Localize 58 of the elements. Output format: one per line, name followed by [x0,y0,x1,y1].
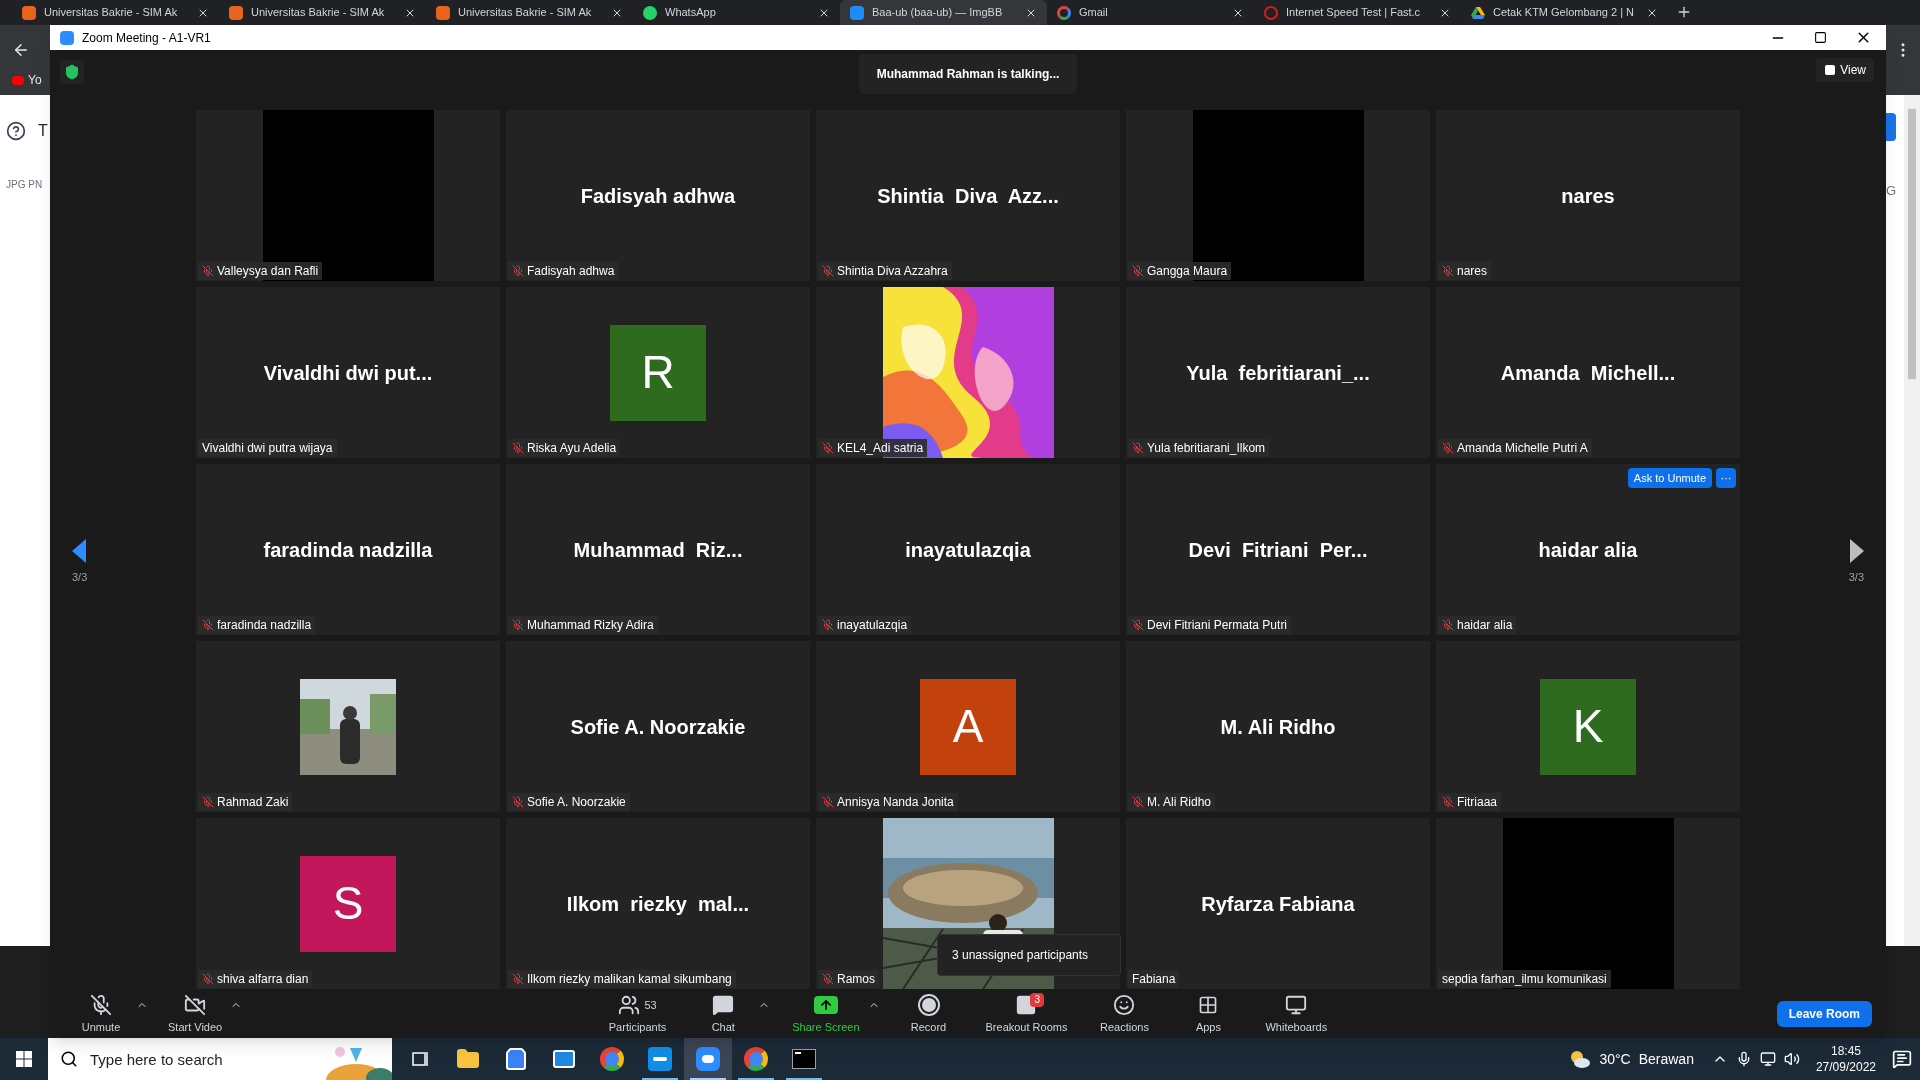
window-title: Zoom Meeting - A1-VR1 [82,29,211,47]
name-label: nares [1438,262,1492,280]
avatar-tile: A [920,678,1016,775]
name-label: haidar alia [1438,616,1517,634]
participant-title: Sofie A. Noorzakie [570,714,746,740]
participant-title: nares [1561,183,1615,209]
name-label: sepdia farhan_ilmu komunikasi [1438,970,1611,988]
page-text: JPG PN [6,178,44,192]
name-label: Shintia Diva Azzahra [818,262,952,280]
name-label: Yula febritiarani_Ilkom [1128,439,1270,457]
participant-title: Muhammad Riz... [573,537,743,563]
participant-title: Ilkom riezky mal... [566,891,750,917]
talking-indicator: Muhammad Rahman is talking... [858,54,1078,94]
count-badge: 3 [1030,992,1045,1007]
avatar-tile: R [610,324,706,421]
name-label: Sofie A. Noorzakie [508,793,630,811]
name-label: Rahmad Zaki [198,793,293,811]
participant-title: Ryfarza Fabiana [1201,891,1355,917]
participant-title: Amanda Michell... [1500,360,1676,386]
participant-title: Fadisyah adhwa [580,183,736,209]
participant-title: Devi Fitriani Per... [1188,537,1368,563]
name-label: Amanda Michelle Putri A [1438,439,1592,457]
name-label: Valleysya dan Rafli [198,262,323,280]
avatar-tile: S [300,855,396,952]
clock-time: 18:45 [1830,1043,1861,1059]
name-label: KEL4_Adi satria [818,439,928,457]
name-label: faradinda nadzilla [198,616,316,634]
participant-title: haidar alia [1538,537,1638,563]
name-label: Devi Fitriani Permata Putri [1128,616,1292,634]
page-indicator: 3/3 [1848,569,1864,585]
unassigned-popup: 3 unassigned participants [937,934,1121,976]
participant-title: Vivaldhi dwi put... [263,360,433,386]
name-label: Riska Ayu Adelia [508,439,621,457]
name-label: Muhammad Rizky Adira [508,616,658,634]
name-label: Vivaldhi dwi putra wijaya [198,439,337,457]
temperature: 30°C [1599,1049,1631,1069]
weather-condition: Berawan [1638,1049,1694,1069]
participant-title: Shintia Diva Azz... [877,183,1059,209]
name-label: Gangga Maura [1128,262,1232,280]
name-label: Fitriaaa [1438,793,1501,811]
page-text: G [1886,182,1898,200]
name-label: shiva alfarra dian [198,970,313,988]
page-heading: T [38,121,48,141]
avatar-tile: K [1540,678,1636,775]
page-indicator: 3/3 [72,569,88,585]
participant-title: inayatulazqia [905,537,1031,563]
name-label: M. Ali Ridho [1128,793,1216,811]
name-label: inayatulazqia [818,616,912,634]
name-label: Ilkom riezky malikan kamal sikumbang [508,970,736,988]
name-label: Annisya Nanda Jonita [818,793,958,811]
name-label: Fabiana [1128,970,1180,988]
clock-date: 27/09/2022 [1815,1059,1876,1075]
participant-title: M. Ali Ridho [1220,714,1336,740]
name-label: Ramos [818,970,879,988]
participant-title: Yula febritiarani_... [1186,360,1370,386]
name-label: Fadisyah adhwa [508,262,619,280]
participant-title: faradinda nadzilla [263,537,433,563]
participant-count: 53 [644,997,657,1013]
